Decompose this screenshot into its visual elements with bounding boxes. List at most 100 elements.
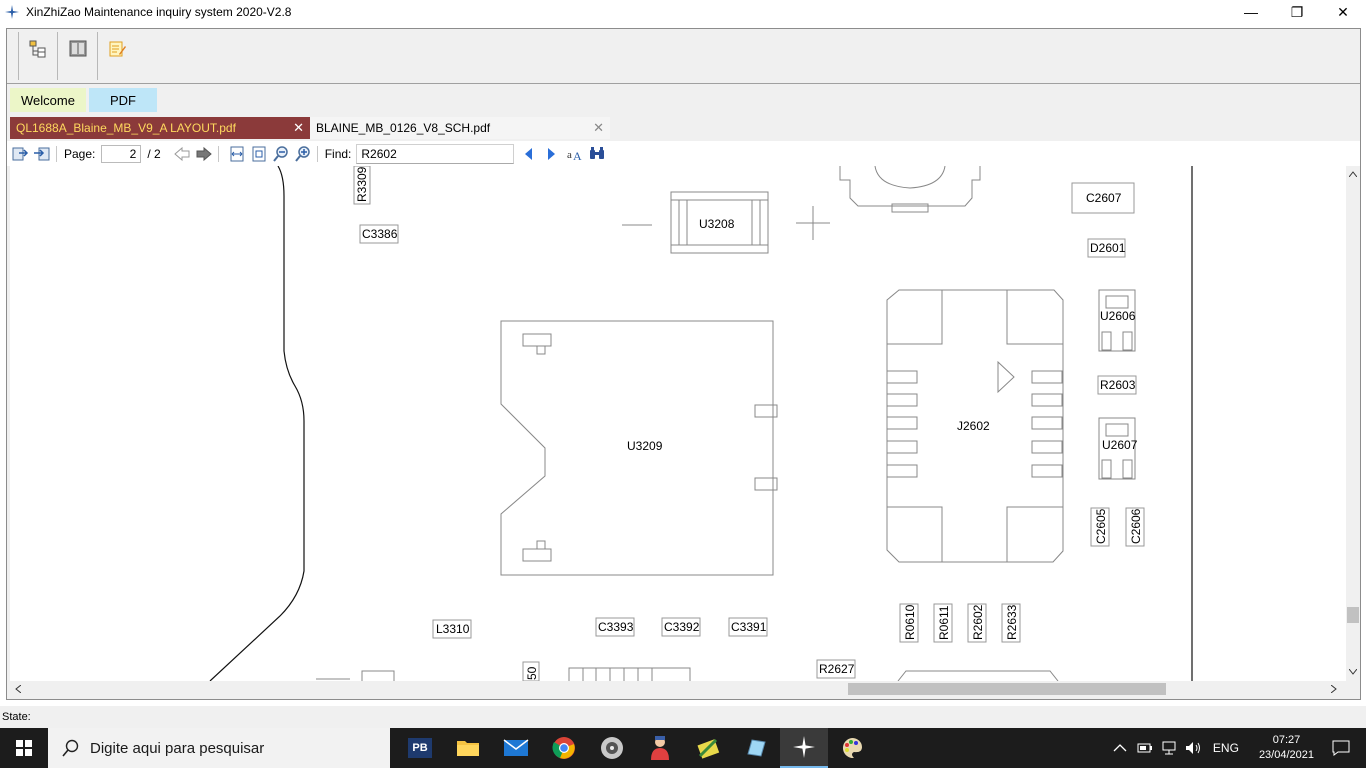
- tab-welcome[interactable]: Welcome: [10, 88, 86, 112]
- import-icon[interactable]: [33, 145, 51, 163]
- clock-time: 07:27: [1272, 734, 1301, 746]
- doc-tab-layout[interactable]: QL1688A_Blaine_MB_V9_A LAYOUT.pdf ✕: [10, 117, 310, 139]
- label-u3209: U3209: [627, 439, 663, 453]
- page-number-input[interactable]: [101, 144, 142, 163]
- label-r2633: R2633: [1005, 604, 1019, 640]
- panel-button[interactable]: [58, 32, 98, 80]
- minimize-button[interactable]: —: [1228, 0, 1274, 24]
- folder-icon: [457, 741, 479, 756]
- xinzhizao-app[interactable]: [780, 728, 828, 768]
- label-c2606: C2606: [1129, 508, 1143, 544]
- zoom-out-icon[interactable]: [272, 145, 290, 163]
- find-previous-icon[interactable]: [520, 145, 538, 163]
- svg-text:a: a: [567, 149, 572, 161]
- tree-view-button[interactable]: [18, 32, 58, 80]
- start-button[interactable]: [0, 728, 48, 768]
- tree-icon: [29, 40, 46, 58]
- notebook-app[interactable]: [732, 728, 780, 768]
- notes-button[interactable]: [98, 32, 138, 80]
- chevron-up-icon[interactable]: [1113, 743, 1127, 753]
- maximize-button[interactable]: ❐: [1274, 0, 1320, 24]
- find-input[interactable]: [356, 143, 515, 164]
- page-total: / 2: [147, 146, 161, 161]
- fit-width-icon[interactable]: [228, 145, 246, 163]
- notification-icon[interactable]: [1332, 740, 1350, 756]
- label-r2627: R2627: [819, 662, 855, 676]
- pb-app[interactable]: PB: [396, 728, 444, 768]
- app-icon: [5, 5, 19, 19]
- clock-date: 23/04/2021: [1258, 749, 1314, 761]
- palette-icon: [842, 738, 862, 759]
- label-r0610: R0610: [903, 604, 917, 640]
- main-toolbar: [7, 29, 1360, 84]
- doc-tab-schematic[interactable]: BLAINE_MB_0126_V8_SCH.pdf ✕: [310, 117, 610, 139]
- label-u2606: U2606: [1100, 309, 1136, 323]
- taskbar-search[interactable]: Digite aqui para pesquisar: [48, 728, 390, 768]
- close-tab-icon[interactable]: ✕: [293, 120, 304, 136]
- file-explorer-app[interactable]: [444, 728, 492, 768]
- zoom-in-icon[interactable]: [294, 145, 312, 163]
- find-next-icon[interactable]: [542, 145, 560, 163]
- scroll-up-icon[interactable]: [1349, 171, 1357, 177]
- tool-app[interactable]: [684, 728, 732, 768]
- separator: [316, 145, 318, 162]
- export-icon[interactable]: [11, 145, 29, 163]
- chrome-app[interactable]: [540, 728, 588, 768]
- clock[interactable]: 07:27 23/04/2021: [1259, 733, 1314, 763]
- scroll-right-icon[interactable]: [1331, 685, 1337, 693]
- battery-icon[interactable]: [1137, 742, 1153, 754]
- fit-page-icon[interactable]: [250, 145, 268, 163]
- tab-pdf[interactable]: PDF: [89, 88, 157, 112]
- pdf-viewer[interactable]: R3309 C3386 U3208 C2607 D2601 U2606 R260…: [10, 166, 1346, 681]
- label-c3392: C3392: [664, 620, 700, 634]
- user-app[interactable]: [636, 728, 684, 768]
- media-app[interactable]: [588, 728, 636, 768]
- label-l3310: L3310: [436, 622, 470, 636]
- previous-page-icon[interactable]: [173, 145, 191, 163]
- pdf-toolbar: Page: / 2 Find: aA: [7, 141, 1360, 166]
- match-case-icon[interactable]: aA: [566, 145, 584, 163]
- panel-icon: [69, 40, 86, 57]
- next-page-icon[interactable]: [195, 145, 213, 163]
- notes-icon: [109, 41, 126, 57]
- horizontal-scrollbar[interactable]: [10, 681, 1346, 697]
- tool-icon: [697, 738, 720, 759]
- label-c2605: C2605: [1094, 508, 1108, 544]
- vertical-scroll-thumb[interactable]: [1347, 607, 1359, 623]
- horizontal-scroll-thumb[interactable]: [848, 683, 1166, 695]
- label-j2602: J2602: [957, 419, 990, 433]
- close-tab-icon[interactable]: ✕: [593, 120, 604, 136]
- document-tabs: QL1688A_Blaine_MB_V9_A LAYOUT.pdf ✕ BLAI…: [10, 117, 610, 139]
- notebook-icon: [747, 739, 766, 757]
- vertical-scrollbar[interactable]: [1346, 166, 1360, 681]
- volume-icon[interactable]: [1185, 741, 1203, 755]
- binoculars-icon[interactable]: [588, 145, 606, 163]
- status-label: State:: [2, 711, 31, 723]
- xinzhizao-icon: [793, 736, 815, 758]
- find-label: Find:: [324, 146, 352, 161]
- windows-icon: [16, 740, 32, 756]
- language-indicator[interactable]: ENG: [1213, 741, 1239, 755]
- scroll-left-icon[interactable]: [15, 685, 21, 693]
- pcb-layout-drawing: R3309 C3386 U3208 C2607 D2601 U2606 R260…: [209, 166, 1193, 681]
- chrome-icon: [552, 737, 575, 759]
- label-c3391: C3391: [731, 620, 767, 634]
- label-u2607: U2607: [1102, 438, 1138, 452]
- doc-tab-label: BLAINE_MB_0126_V8_SCH.pdf: [316, 121, 491, 135]
- scroll-down-icon[interactable]: [1349, 669, 1357, 675]
- paint-app[interactable]: [828, 728, 876, 768]
- label-d2601: D2601: [1090, 241, 1126, 255]
- taskbar: Digite aqui para pesquisar PB ENG 07:27 …: [0, 728, 1366, 768]
- label-r0611: R0611: [937, 605, 951, 640]
- label-r2602: R2602: [971, 604, 985, 640]
- mail-app[interactable]: [492, 728, 540, 768]
- doc-tab-label: QL1688A_Blaine_MB_V9_A LAYOUT.pdf: [16, 121, 236, 135]
- label-r2603: R2603: [1100, 378, 1136, 392]
- label-c2607: C2607: [1086, 191, 1122, 205]
- mail-icon: [503, 739, 529, 756]
- person-icon: [651, 736, 669, 760]
- network-icon[interactable]: [1161, 741, 1177, 755]
- close-button[interactable]: ✕: [1320, 0, 1366, 24]
- label-u3208: U3208: [699, 217, 735, 231]
- separator: [217, 145, 219, 162]
